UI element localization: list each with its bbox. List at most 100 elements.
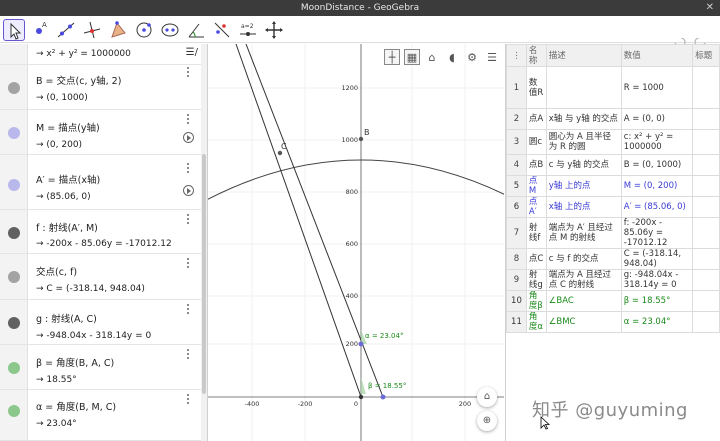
table-row[interactable]: 2 点A x轴 与 y轴 的交点 A = (0, 0) — [506, 108, 720, 130]
table-row[interactable]: 4 点B c 与 y轴 的交点 B = (0, 1000) — [506, 154, 720, 176]
algebra-row-value: → 23.04° — [36, 419, 77, 429]
y-tick-label: 800 — [346, 188, 358, 196]
header-cell-name[interactable]: 名称 — [525, 44, 547, 67]
algebra-row-definition: f : 射线(A′, M) — [36, 223, 98, 234]
algebra-row-value: → (0, 1000) — [36, 93, 88, 103]
y-tick-label: 200 — [346, 340, 358, 348]
algebra-view: → x² + y² = 1000000 ☰/ B = 交点(c, y轴, 2) … — [0, 44, 208, 441]
header-cell-value[interactable]: 数值 — [620, 44, 694, 67]
x-tick-label: 0 — [354, 400, 358, 408]
table-row[interactable]: 8 点C c 与 f 的交点 C = (-318.14, 948.04) — [506, 248, 720, 270]
close-window-button[interactable]: ✕ — [706, 0, 714, 16]
point-a — [358, 394, 364, 400]
slider-tool-button[interactable]: a=2 — [237, 19, 259, 41]
zoom-button[interactable]: ⊕ — [477, 411, 497, 431]
header-cell-caption[interactable]: 标题 — [692, 44, 720, 67]
algebra-row-value: → (85.06, 0) — [36, 192, 91, 202]
algebra-row-circle-value[interactable]: → x² + y² = 1000000 ☰/ — [0, 44, 204, 65]
more-options-icon[interactable] — [187, 258, 190, 269]
x-tick-label: -400 — [245, 400, 260, 408]
visibility-toggle-icon[interactable] — [8, 179, 20, 191]
table-row[interactable]: 3 圆c 圆心为 A 且半径为 R 的圆 c: x² + y² = 1000000 — [506, 129, 720, 155]
algebra-row-definition: M = 描点(y轴) — [36, 123, 100, 134]
standard-view-button[interactable]: ⌂ — [477, 387, 497, 407]
point-tool-button[interactable]: A — [29, 19, 51, 41]
sort-algebra-icon[interactable]: ☰/ — [186, 47, 198, 58]
label-beta: β = 18.55° — [368, 382, 406, 390]
algebra-row-angle-beta[interactable]: β = 角度(B, A, C) → 18.55° — [0, 345, 204, 390]
y-tick-label: 400 — [346, 292, 358, 300]
slider-label: a=2 — [241, 23, 254, 30]
point-b — [358, 136, 364, 142]
algebra-row-ray-g[interactable]: g : 射线(A, C) → -948.04x - 318.14y = 0 — [0, 300, 204, 345]
spreadsheet-table: ⋮ 名称 描述 数值 标题 1 数值R R = 1000 2 点A x轴 与 y轴 的交… — [506, 44, 720, 333]
perpendicular-line-tool-button[interactable] — [81, 19, 103, 41]
ellipse-tool-button[interactable] — [159, 19, 181, 41]
visibility-toggle-icon[interactable] — [8, 271, 20, 283]
algebra-row-point-a-prime[interactable]: A′ = 描点(x轴) → (85.06, 0) — [0, 155, 204, 210]
algebra-scrollbar[interactable] — [201, 44, 207, 441]
x-tick-label: 200 — [459, 400, 471, 408]
visibility-toggle-icon[interactable] — [8, 317, 20, 329]
visibility-toggle-icon[interactable] — [8, 82, 20, 94]
reflect-tool-button[interactable] — [211, 19, 233, 41]
more-options-icon[interactable] — [187, 214, 190, 225]
play-animation-icon[interactable] — [183, 185, 194, 196]
algebra-row-value: → (0, 200) — [36, 140, 83, 150]
menu-icon[interactable]: ☰ — [484, 49, 500, 65]
algebra-row-point-b[interactable]: B = 交点(c, y轴, 2) → (0, 1000) — [0, 65, 204, 110]
visibility-toggle-icon[interactable] — [8, 227, 20, 239]
move-graphics-view-tool-button[interactable] — [263, 19, 285, 41]
angle-beta-marker — [361, 377, 366, 394]
table-row[interactable]: 11 角度α ∠BMC α = 23.04° — [506, 311, 720, 333]
algebra-row-value: → -948.04x - 318.14y = 0 — [36, 331, 152, 341]
window-title-bar: MoonDistance - GeoGebra ✕ — [0, 0, 720, 16]
algebra-row-definition: g : 射线(A, C) — [36, 314, 97, 325]
label-alpha: α = 23.04° — [365, 332, 403, 340]
table-row[interactable]: 5 点M y轴 上的点 M = (0, 200) — [506, 175, 720, 197]
more-options-icon[interactable] — [187, 304, 190, 315]
polygon-tool-button[interactable] — [107, 19, 129, 41]
spreadsheet-view: ⋮ 名称 描述 数值 标题 1 数值R R = 1000 2 点A x轴 与 y轴 的交… — [505, 44, 720, 441]
algebra-row-definition: β = 角度(B, A, C) — [36, 358, 115, 369]
table-row[interactable]: 9 射线g 端点为 A 且经过点 C 的射线 g: -948.04x - 318.14… — [506, 269, 720, 291]
angle-tool-button[interactable] — [185, 19, 207, 41]
y-tick-label: 1200 — [341, 84, 358, 92]
more-options-icon[interactable] — [187, 163, 190, 174]
algebra-row-ray-f[interactable]: f : 射线(A′, M) → -200x - 85.06y = -17012.… — [0, 210, 204, 254]
visibility-toggle-icon[interactable] — [8, 127, 20, 139]
style-icon[interactable]: ◖ — [444, 49, 460, 65]
table-row[interactable]: 6 点A′ x轴 上的点 A′ = (85.06, 0) — [506, 196, 720, 218]
line-tool-button[interactable] — [55, 19, 77, 41]
more-options-icon[interactable] — [187, 394, 190, 405]
more-options-icon[interactable] — [187, 67, 190, 78]
header-cell[interactable]: ⋮ — [506, 44, 527, 67]
algebra-row-point-m[interactable]: M = 描点(y轴) → (0, 200) — [0, 110, 204, 155]
algebra-row-angle-alpha[interactable]: α = 角度(B, M, C) → 23.04° — [0, 390, 204, 441]
play-animation-icon[interactable] — [183, 132, 194, 143]
visibility-toggle-icon[interactable] — [8, 362, 20, 374]
settings-gear-icon[interactable]: ⚙ — [464, 49, 480, 65]
algebra-row-value: → x² + y² = 1000000 — [36, 49, 131, 59]
more-options-icon[interactable] — [187, 349, 190, 360]
svg-text:A: A — [42, 21, 47, 29]
algebra-row-definition: α = 角度(B, M, C) — [36, 402, 117, 413]
watermark: 知乎 @guyuming — [532, 400, 688, 421]
table-row[interactable]: 7 射线f 端点为 A′ 且经过点 M 的射线 f: -200x - 85.06y =… — [506, 217, 720, 249]
circle-tool-button[interactable] — [133, 19, 155, 41]
table-row[interactable]: 10 角度β ∠BAC β = 18.55° — [506, 290, 720, 312]
visibility-toggle-icon[interactable] — [8, 405, 20, 417]
grid-toggle-icon[interactable]: ▦ — [404, 49, 420, 65]
axes-toggle-icon[interactable]: ┼ — [384, 49, 400, 65]
graphics-view[interactable]: -400 -200 0 200 1200 1000 800 600 400 20… — [208, 44, 504, 441]
table-row[interactable]: 1 数值R R = 1000 — [506, 66, 720, 109]
move-tool-button[interactable] — [3, 19, 25, 41]
more-options-icon[interactable] — [187, 114, 190, 125]
point-m — [358, 341, 364, 347]
algebra-row-point-c[interactable]: 交点(c, f) → C = (-318.14, 948.04) — [0, 254, 204, 300]
algebra-row-value: → C = (-318.14, 948.04) — [36, 284, 145, 294]
header-cell-description[interactable]: 描述 — [545, 44, 622, 67]
home-view-icon[interactable]: ⌂ — [424, 49, 440, 65]
y-tick-label: 600 — [346, 240, 358, 248]
scrollbar-thumb[interactable] — [202, 154, 206, 394]
